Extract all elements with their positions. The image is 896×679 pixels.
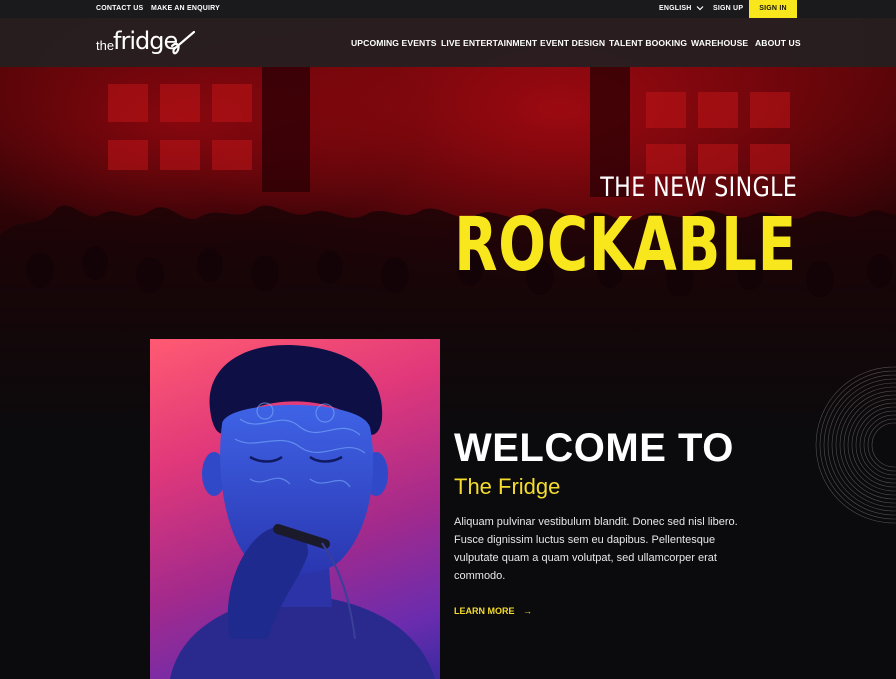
welcome-subtitle: The Fridge [454,474,561,499]
stage-light [160,84,200,122]
stage-light [646,144,686,174]
welcome-body: Aliquam pulvinar vestibulum blandit. Don… [454,516,738,582]
chevron-down-icon [696,6,704,11]
language-selector[interactable]: ENGLISH [659,5,704,12]
learn-more-link[interactable]: LEARN MORE → [454,606,532,616]
top-utility-bar: CONTACT US MAKE AN ENQUIRY ENGLISH SIGN … [0,0,896,18]
stage-light [750,144,790,174]
stage-truss [262,67,310,192]
stage-light [750,92,790,128]
nav-event-design[interactable]: EVENT DESIGN [540,38,605,48]
vinyl-record-icon [815,366,896,524]
hero-background [0,0,896,679]
hero-kicker: THE NEW SINGLE [599,172,797,203]
logo-fridge: fridge [113,27,178,55]
sign-in-button[interactable]: SIGN IN [749,0,797,18]
stage-light [212,84,252,122]
stage-light [108,140,148,170]
nav-talent-booking[interactable]: TALENT BOOKING [609,38,687,48]
logo-slash-icon [170,30,196,55]
stage-light [698,92,738,128]
make-enquiry-link[interactable]: MAKE AN ENQUIRY [151,5,220,12]
artist-portrait [150,339,440,679]
learn-more-label: LEARN MORE [454,606,515,616]
stage-light [108,84,148,122]
contact-us-link[interactable]: CONTACT US [96,5,143,12]
nav-about-us[interactable]: ABOUT US [755,38,801,48]
arrow-right-icon: → [523,606,533,616]
singer-illustration [170,344,435,679]
stage-light [646,92,686,128]
logo-the: the [96,38,115,53]
language-label: ENGLISH [659,5,692,12]
nav-warehouse[interactable]: WAREHOUSE [691,38,748,48]
welcome-title: WELCOME TO [454,426,734,470]
sign-up-link[interactable]: SIGN UP [713,5,743,12]
stage-light [212,140,252,170]
nav-live-entertainment[interactable]: LIVE ENTERTAINMENT [441,38,537,48]
hero-headline: ROCKABLE [454,202,797,288]
stage-light [698,144,738,174]
nav-upcoming-events[interactable]: UPCOMING EVENTS [351,38,437,48]
stage-light [160,140,200,170]
